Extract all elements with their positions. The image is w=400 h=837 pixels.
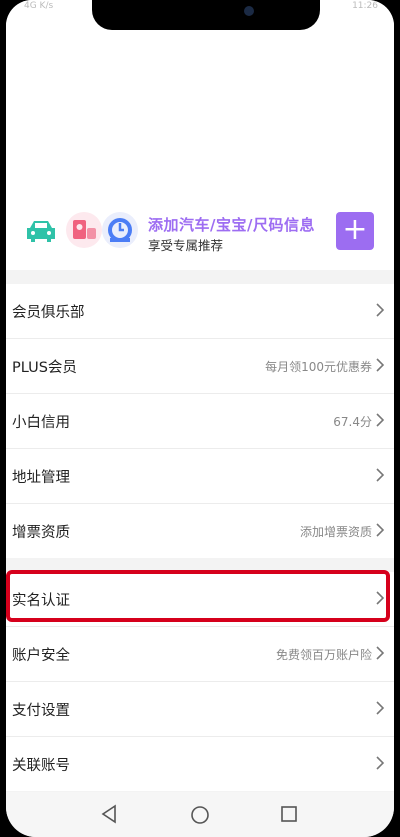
row-account-security[interactable]: 账户安全 免费领百万账户险	[6, 627, 394, 682]
chevron-right-icon	[376, 646, 385, 660]
chevron-right-icon	[376, 523, 385, 537]
car-icon	[27, 221, 55, 242]
system-nav-bar	[6, 792, 394, 837]
chevron-right-icon	[376, 303, 385, 317]
screen: 4G K/s 11:26 添加汽车/宝宝/尺码信息 享受专属推荐 + 会员俱乐部…	[6, 0, 394, 837]
chevron-right-icon	[376, 468, 385, 482]
row-vat-invoice[interactable]: 增票资质 添加增票资质	[6, 504, 394, 558]
status-time: 11:26	[352, 1, 378, 11]
row-address-management[interactable]: 地址管理	[6, 449, 394, 504]
row-label: 小白信用	[12, 415, 70, 431]
recent-apps-icon[interactable]	[280, 805, 298, 823]
row-label: 关联账号	[12, 758, 70, 774]
chevron-right-icon	[376, 358, 385, 372]
row-payment-settings[interactable]: 支付设置	[6, 682, 394, 737]
chevron-right-icon	[376, 413, 385, 427]
highlight-box	[6, 570, 390, 622]
row-label: 增票资质	[12, 525, 70, 541]
row-value: 添加增票资质	[299, 525, 372, 539]
phone-frame: 4G K/s 11:26 添加汽车/宝宝/尺码信息 享受专属推荐 + 会员俱乐部…	[0, 0, 400, 837]
row-label: 地址管理	[12, 470, 70, 486]
banner-subtitle: 享受专属推荐	[148, 238, 224, 253]
front-camera	[244, 6, 254, 16]
profile-info-banner[interactable]: 添加汽车/宝宝/尺码信息 享受专属推荐 +	[6, 202, 394, 260]
row-linked-accounts[interactable]: 关联账号	[6, 737, 394, 791]
add-info-button[interactable]: +	[336, 212, 374, 250]
banner-title: 添加汽车/宝宝/尺码信息	[148, 216, 315, 234]
settings-group-1: 会员俱乐部 PLUS会员 每月领100元优惠券 小白信用 67.4分 地址管理 …	[6, 284, 394, 558]
back-icon[interactable]	[100, 804, 118, 824]
baby-icon	[66, 212, 102, 248]
row-baitiao-credit[interactable]: 小白信用 67.4分	[6, 394, 394, 449]
row-label: PLUS会员	[12, 360, 77, 376]
row-label: 会员俱乐部	[12, 305, 85, 321]
row-value: 免费领百万账户险	[275, 648, 372, 662]
row-member-club[interactable]: 会员俱乐部	[6, 284, 394, 339]
ruler-icon	[102, 212, 138, 248]
row-plus-member[interactable]: PLUS会员 每月领100元优惠券	[6, 339, 394, 394]
row-value: 67.4分	[333, 415, 372, 429]
home-icon[interactable]	[190, 805, 210, 825]
row-label: 账户安全	[12, 648, 70, 664]
notch	[92, 0, 320, 30]
chevron-right-icon	[376, 701, 385, 715]
status-left: 4G K/s	[24, 1, 54, 11]
chevron-right-icon	[376, 756, 385, 770]
row-label: 支付设置	[12, 703, 70, 719]
row-value: 每月领100元优惠券	[265, 360, 372, 374]
